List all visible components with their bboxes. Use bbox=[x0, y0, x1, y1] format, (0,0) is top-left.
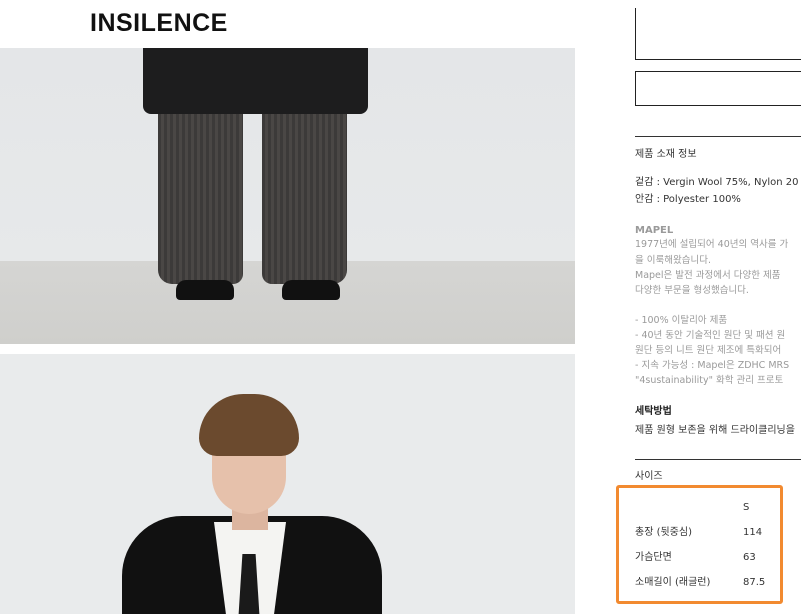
lining-material-text: 안감 : Polyester 100% bbox=[635, 194, 741, 205]
size-heading: 사이즈 bbox=[635, 471, 663, 482]
maker-point: - 40년 동안 기술적인 원단 및 패션 원 bbox=[635, 330, 786, 341]
maker-description-line: 1977년에 설립되어 40년의 역사를 가 bbox=[635, 239, 789, 250]
product-photo-pants bbox=[0, 48, 575, 344]
model-hair bbox=[199, 394, 299, 456]
brand-logo[interactable]: INSILENCE bbox=[90, 8, 228, 38]
maker-point: - 지속 가능성 : Mapel은 ZDHC MRS bbox=[635, 360, 790, 371]
shoe-left bbox=[176, 280, 234, 300]
maker-point: "4sustainability" 화학 관리 프로토 bbox=[635, 375, 784, 386]
coat-hem-shape bbox=[143, 48, 368, 114]
maker-description-line: 다양한 부문을 형성했습니다. bbox=[635, 285, 749, 296]
size-table-highlight bbox=[616, 485, 783, 604]
maker-description-line: Mapel은 발전 과정에서 다양한 제품 bbox=[635, 270, 781, 281]
material-heading: 제품 소재 정보 bbox=[635, 149, 697, 160]
shoe-right bbox=[282, 280, 340, 300]
maker-name: MAPEL bbox=[635, 225, 674, 236]
trouser-leg-right bbox=[262, 114, 347, 284]
maker-point: - 100% 이탈리아 제품 bbox=[635, 315, 728, 326]
product-photo-model bbox=[0, 354, 575, 614]
maker-point: 원단 등의 니트 원단 제조에 특화되어 bbox=[635, 345, 782, 356]
section-divider bbox=[635, 136, 801, 137]
option-select-box[interactable] bbox=[635, 8, 801, 60]
care-text: 제품 원형 보존을 위해 드라이클리닝을 bbox=[635, 425, 795, 436]
outer-material-text: 겉감 : Vergin Wool 75%, Nylon 20 bbox=[635, 177, 799, 188]
section-divider bbox=[635, 459, 801, 460]
care-heading: 세탁방법 bbox=[635, 406, 672, 417]
maker-description-line: 을 이룩해왔습니다. bbox=[635, 255, 711, 266]
trouser-leg-left bbox=[158, 114, 243, 284]
option-input-box[interactable] bbox=[635, 71, 801, 106]
